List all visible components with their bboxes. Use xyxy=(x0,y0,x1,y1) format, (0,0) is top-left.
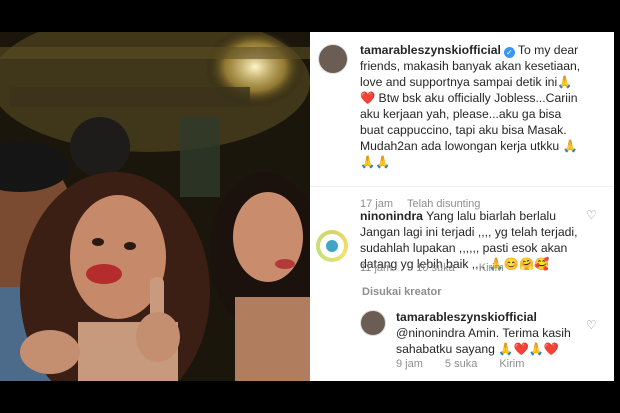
post-photo[interactable] xyxy=(0,32,310,381)
poster-username[interactable]: tamarableszynskiofficial xyxy=(360,43,501,57)
comments-panel[interactable]: tamarableszynskiofficial ✓ To my dear frie… xyxy=(310,32,614,381)
comment-line: Jangan lagi ini terjadi ,,,, yg telah te… xyxy=(360,225,578,239)
caption-line: To my dear xyxy=(517,43,579,57)
comment-time: 11 jam xyxy=(360,262,393,274)
replier-username[interactable]: tamarableszynskiofficial xyxy=(396,309,586,325)
scrollbar[interactable] xyxy=(614,32,620,381)
heart-outline-icon[interactable]: ♡ xyxy=(586,318,597,332)
caption-line: Mudah2an ada lowongan kerja utkku 🙏 xyxy=(360,139,578,153)
caption-line: friends, makasih banyak akan kesetiaan, xyxy=(360,59,581,73)
caption-line: buat cappuccino, tapi aku bisa Masak. xyxy=(360,123,567,137)
verified-badge-icon: ✓ xyxy=(503,47,515,58)
comment-meta: 11 jam 10 suka Kirim xyxy=(360,262,504,274)
caption-line: 🙏🙏 xyxy=(360,155,391,169)
divider xyxy=(310,186,614,187)
reply-likes[interactable]: 5 suka xyxy=(445,358,477,370)
commenter-username[interactable]: ninonindra xyxy=(360,209,423,223)
liked-by-creator: Disukai kreator xyxy=(362,286,442,298)
reply-time: 9 jam xyxy=(396,358,423,370)
reply-line: sahabatku sayang 🙏❤️🙏❤️ xyxy=(396,342,560,356)
comment-likes[interactable]: 10 suka xyxy=(416,262,455,274)
caption-line: ❤️ Btw bsk aku officially Jobless...Cari… xyxy=(360,91,578,105)
heart-outline-icon[interactable]: ♡ xyxy=(586,208,597,222)
poster-avatar[interactable] xyxy=(318,44,348,74)
comment-line: sudahlah lupakan ,,,,,, pasti esok akan xyxy=(360,241,568,255)
caption-line: aku kerjaan yah, please...aku ga bisa xyxy=(360,107,562,121)
reply-line: @ninonindra Amin. Terima kasih xyxy=(396,326,571,340)
reply-button[interactable]: Kirim xyxy=(479,262,504,274)
reply-meta: 9 jam 5 suka Kirim xyxy=(396,358,524,370)
replier-avatar[interactable] xyxy=(360,310,386,336)
caption-block: tamarableszynskiofficial ✓ To my dear frie… xyxy=(360,42,608,170)
comment-line: Yang lalu biarlah berlalu xyxy=(426,209,557,223)
commenter-avatar[interactable] xyxy=(316,230,348,262)
photo-illustration xyxy=(0,32,310,381)
reply-button[interactable]: Kirim xyxy=(499,358,524,370)
screenshot-frame: tamarableszynskiofficial ✓ To my dear frie… xyxy=(0,32,620,381)
caption-line: love and supportnya sampai detik ini🙏 xyxy=(360,75,573,89)
reply-block: tamarableszynskiofficial @ninonindra Ami… xyxy=(396,309,586,357)
